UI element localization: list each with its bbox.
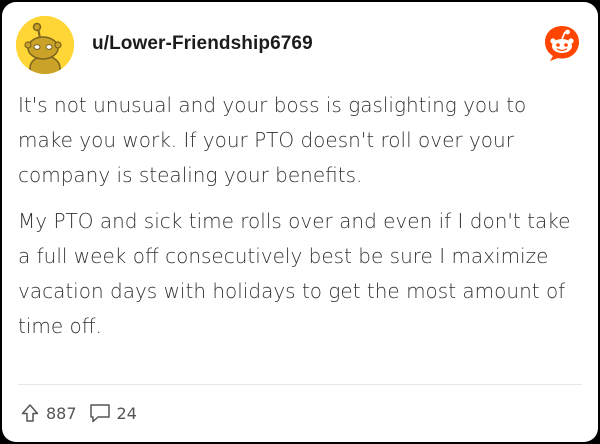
comment-bubble-icon [89,404,110,423]
upvote-count: 887 [46,403,77,423]
snoo-avatar-icon [16,16,74,74]
comment-header: u/Lower-Friendship6769 [16,16,584,74]
upvote-arrow-icon [21,404,39,422]
comment-body: It's not unusual and your boss is gaslig… [18,88,580,355]
comment-paragraph-2: My PTO and sick time rolls over and even… [18,209,571,338]
comment-count: 24 [116,403,137,423]
comment-button[interactable]: 24 [89,403,137,423]
avatar[interactable] [16,16,74,74]
upvote-button[interactable]: 887 [20,403,77,423]
divider [18,384,582,385]
comment-card: u/Lower-Friendship6769 It's not unusual … [2,2,598,442]
comment-paragraph-1: It's not unusual and your boss is gaslig… [18,93,527,187]
comment-footer: 887 24 [20,400,149,426]
username[interactable]: u/Lower-Friendship6769 [92,33,313,55]
reddit-logo-icon [542,23,582,63]
